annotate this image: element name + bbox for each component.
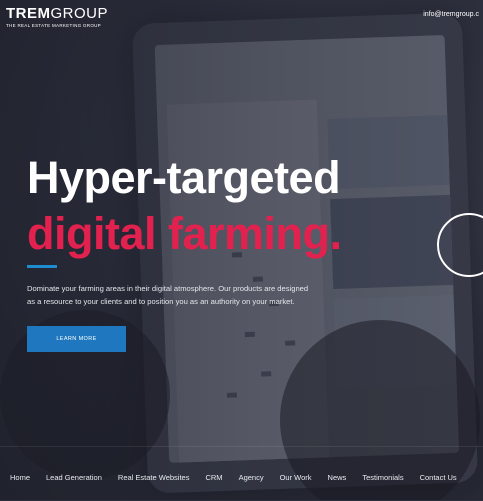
nav-item-lead-generation[interactable]: Lead Generation xyxy=(46,473,102,482)
logo[interactable]: TREMGROUP THE REAL ESTATE MARKETING GROU… xyxy=(6,5,109,29)
contact-email-link[interactable]: info@tremgroup.c xyxy=(423,11,479,18)
logo-wordmark: TREMGROUP xyxy=(6,5,109,22)
nav-item-real-estate-websites[interactable]: Real Estate Websites xyxy=(118,473,190,482)
nav-item-testimonials[interactable]: Testimonials xyxy=(362,473,403,482)
footer-navigation: Home Lead Generation Real Estate Website… xyxy=(0,446,483,501)
hero-description: Dominate your farming areas in their dig… xyxy=(27,284,309,306)
nav-item-crm[interactable]: CRM xyxy=(205,473,222,482)
headline-divider xyxy=(27,265,57,268)
headline-line-1: Hyper-targeted xyxy=(27,152,341,203)
logo-tagline: THE REAL ESTATE MARKETING GROUP xyxy=(6,23,101,28)
nav-item-our-work[interactable]: Our Work xyxy=(280,473,312,482)
learn-more-button[interactable]: LEARN MORE xyxy=(27,326,126,352)
nav-item-news[interactable]: News xyxy=(328,473,347,482)
nav-item-contact-us[interactable]: Contact Us xyxy=(420,473,457,482)
nav-item-agency[interactable]: Agency xyxy=(239,473,264,482)
hero-headline: Hyper-targeted digital farming. xyxy=(27,150,342,262)
headline-line-2: digital farming. xyxy=(27,208,342,259)
nav-item-home[interactable]: Home xyxy=(10,473,30,482)
